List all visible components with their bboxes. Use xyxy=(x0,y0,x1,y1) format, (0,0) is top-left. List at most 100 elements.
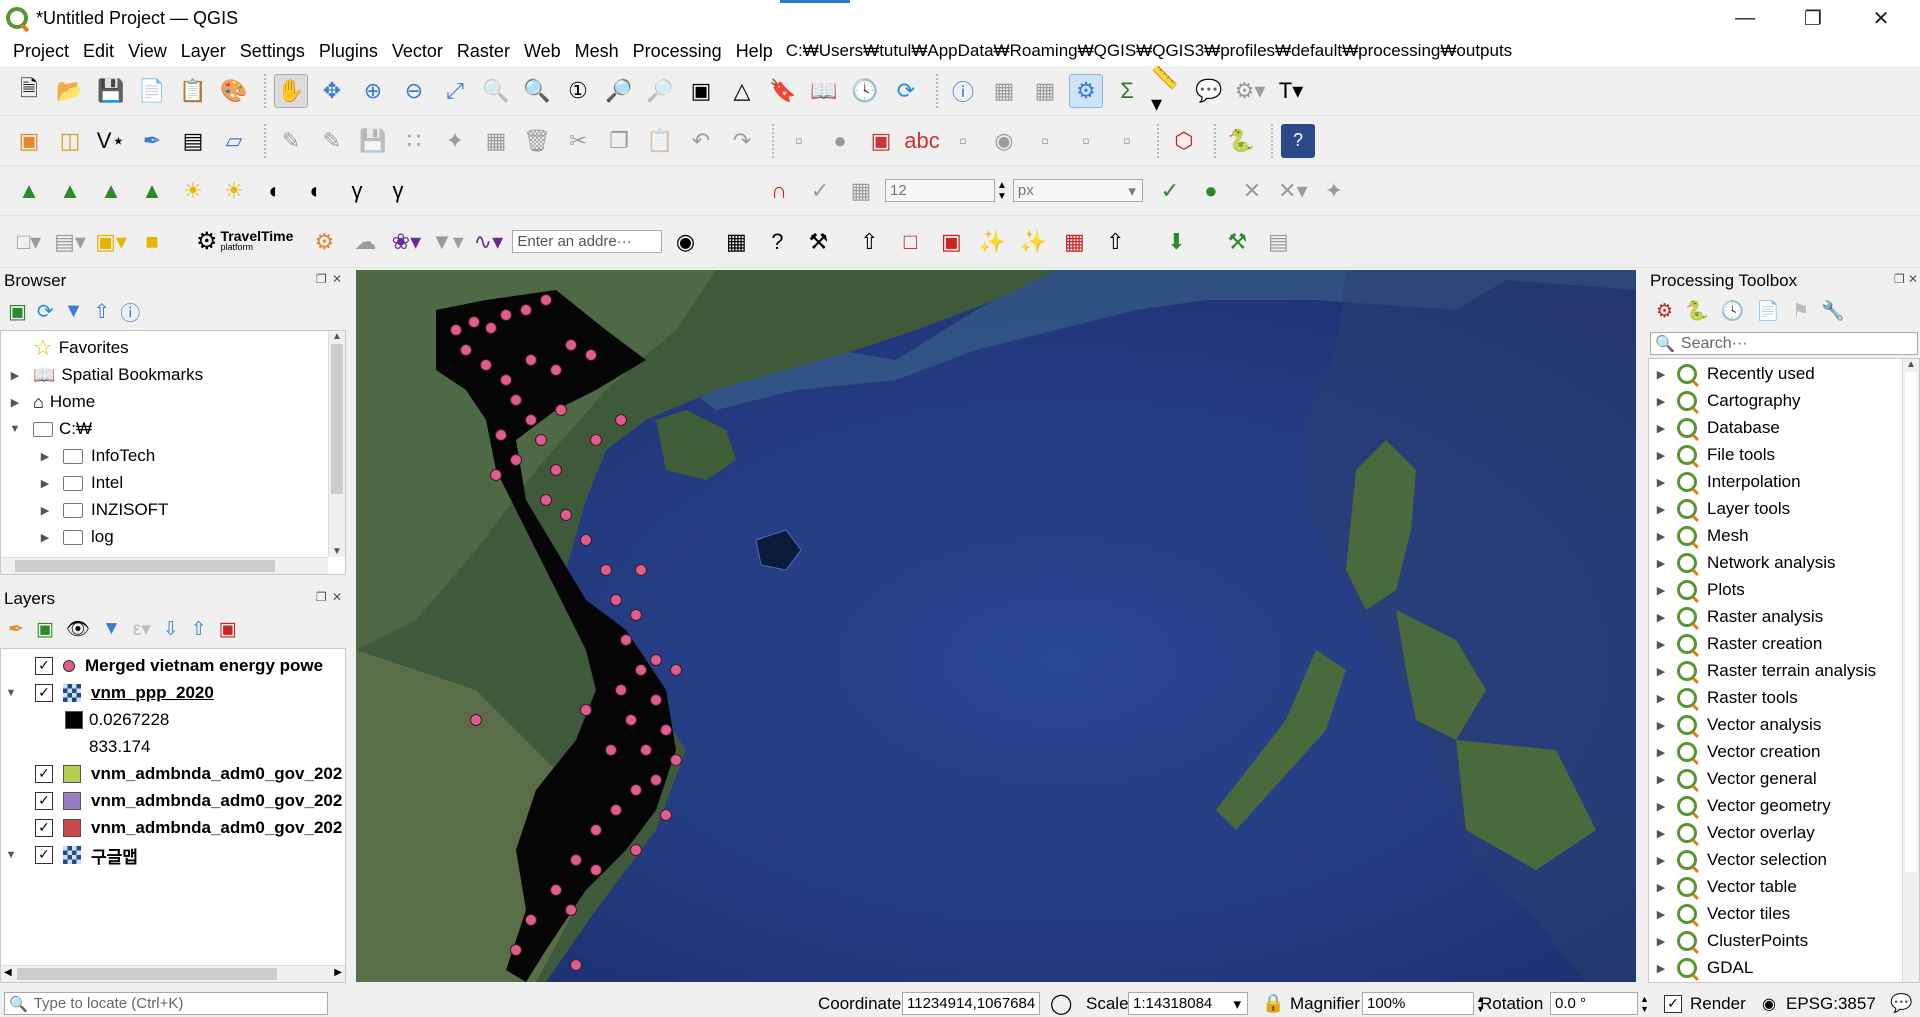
filter-expression-icon[interactable]: ε▾ xyxy=(133,618,151,641)
vertex-tool-icon[interactable]: ✦ xyxy=(438,124,472,158)
advanced-digitizing-icon[interactable]: ✕▾ xyxy=(1276,174,1310,208)
float-panel-icon[interactable]: ❐ xyxy=(316,272,327,286)
chevron-right-icon[interactable]: ▶ xyxy=(39,450,51,463)
chevron-right-icon[interactable]: ▶ xyxy=(9,369,21,382)
add-selected-layers-icon[interactable]: ▣ xyxy=(8,299,27,324)
toolbox-item[interactable]: ▶ Mesh xyxy=(1655,525,1749,547)
layer-visibility-checkbox[interactable]: ✓ xyxy=(35,819,53,837)
show-hide-labels-icon[interactable]: ◉ xyxy=(987,124,1021,158)
coordinate-input[interactable]: 11234914,1067684 xyxy=(902,992,1040,1015)
chevron-right-icon[interactable]: ▶ xyxy=(1655,449,1667,462)
toolbox-item[interactable]: ▶ Layer tools xyxy=(1655,498,1790,520)
python-console-icon[interactable]: 🐍 xyxy=(1224,124,1258,158)
move-label-icon[interactable]: ▫ xyxy=(1028,124,1062,158)
new-project-icon[interactable]: 🗎 xyxy=(12,74,46,108)
models-icon[interactable]: ⚙ xyxy=(1656,300,1673,323)
raster-align-icon[interactable]: ▲ xyxy=(53,174,87,208)
close-panel-icon[interactable]: ✕ xyxy=(1908,272,1918,286)
chevron-right-icon[interactable]: ▶ xyxy=(39,504,51,517)
chevron-right-icon[interactable]: ▶ xyxy=(1655,854,1667,867)
new-temp-layer-icon[interactable]: ▤ xyxy=(176,124,210,158)
toolbox-item[interactable]: ▶ Vector analysis xyxy=(1655,714,1821,736)
cut-features-icon[interactable]: ✂ xyxy=(561,124,595,158)
collapse-all-icon[interactable]: ⇧ xyxy=(93,299,110,324)
chevron-right-icon[interactable]: ▶ xyxy=(39,477,51,490)
new-bookmark-icon[interactable]: 🔖 xyxy=(766,74,800,108)
toolbox-item[interactable]: ▶ File tools xyxy=(1655,444,1775,466)
north-arrow-icon[interactable]: ⇧ xyxy=(852,225,886,259)
toggle-editing-icon[interactable]: ✎ xyxy=(274,124,308,158)
help-icon[interactable]: ? xyxy=(1281,123,1315,158)
manage-visibility-icon[interactable]: 👁 xyxy=(66,617,90,641)
browser-item-bookmarks[interactable]: ▶ 📖 Spatial Bookmarks xyxy=(9,364,203,386)
locator-search-input[interactable]: 🔍 Type to locate (Ctrl+K) xyxy=(4,992,328,1015)
toggle-extents-icon[interactable]: ◯ xyxy=(1050,991,1072,1016)
contrast-up-icon[interactable]: ◐ xyxy=(258,174,292,208)
collapse-all-icon[interactable]: ⇧ xyxy=(191,618,207,641)
toolbox-item[interactable]: ▶ Vector geometry xyxy=(1655,795,1831,817)
toolbox-scrollbar[interactable]: ▲ xyxy=(1902,359,1919,982)
layer-row-adm0-2[interactable]: ✓ vnm_admbnda_adm0_gov_202 xyxy=(5,790,342,812)
chevron-right-icon[interactable]: ▶ xyxy=(1655,800,1667,813)
paste-features-icon[interactable]: 📋 xyxy=(643,124,677,158)
toolbox-item[interactable]: ▶ Raster terrain analysis xyxy=(1655,660,1876,682)
zoom-native-icon[interactable]: ① xyxy=(561,74,595,108)
toolbox-item[interactable]: ▶ Interpolation xyxy=(1655,471,1801,493)
refresh-icon[interactable]: ⟳ xyxy=(889,74,923,108)
chevron-right-icon[interactable]: ▶ xyxy=(1655,395,1667,408)
help-tool-icon[interactable]: ? xyxy=(760,225,794,259)
identify-features-icon[interactable]: ⓘ xyxy=(946,74,980,108)
map-canvas[interactable] xyxy=(356,270,1636,982)
chevron-right-icon[interactable]: ▶ xyxy=(1655,584,1667,597)
snapping-magnet-icon[interactable]: ∩ xyxy=(762,174,796,208)
layout-manager-icon[interactable]: 📋 xyxy=(176,74,210,108)
north-export-icon[interactable]: ⇧ xyxy=(1098,225,1132,259)
chevron-right-icon[interactable]: ▶ xyxy=(1655,827,1667,840)
filter-legend-icon[interactable]: ▼ xyxy=(102,618,121,640)
style-manager-icon[interactable]: 🎨 xyxy=(217,74,251,108)
chevron-right-icon[interactable]: ▶ xyxy=(1655,638,1667,651)
rotation-input[interactable]: 0.0 ° xyxy=(1550,992,1638,1015)
chevron-right-icon[interactable]: ▶ xyxy=(1655,692,1667,705)
copy-features-icon[interactable]: ❐ xyxy=(602,124,636,158)
menu-help[interactable]: Help xyxy=(729,41,780,62)
menu-web[interactable]: Web xyxy=(517,41,568,62)
diagram-icon[interactable]: ● xyxy=(823,124,857,158)
locate-icon[interactable]: ⚙▾ xyxy=(1233,74,1267,108)
layer-visibility-checkbox[interactable]: ✓ xyxy=(35,657,53,675)
filter-browser-icon[interactable]: ▼ xyxy=(64,300,84,323)
snapping-intersection-icon[interactable]: ● xyxy=(1194,174,1228,208)
layer-row-adm0-3[interactable]: ✓ vnm_admbnda_adm0_gov_202 xyxy=(5,817,342,839)
layer-visibility-checkbox[interactable]: ✓ xyxy=(35,765,53,783)
address-search-input[interactable]: Enter an addre··· xyxy=(512,230,663,253)
frame-icon[interactable]: ▣ xyxy=(934,225,968,259)
toolbox-item[interactable]: ▶ Recently used xyxy=(1655,363,1815,385)
highlight-pinned-labels-icon[interactable]: abc xyxy=(904,124,939,158)
close-button[interactable]: ✕ xyxy=(1852,0,1910,36)
shape-digitize-icon[interactable]: ⬡ xyxy=(1167,124,1201,158)
browser-item-log[interactable]: ▶ log xyxy=(39,526,114,548)
snap-unit-select[interactable]: px ▾ xyxy=(1012,179,1143,202)
menu-layer[interactable]: Layer xyxy=(174,41,233,62)
wand-icon[interactable]: ✨ xyxy=(1016,225,1050,259)
messages-icon[interactable]: 💬 xyxy=(1890,993,1912,1014)
menu-view[interactable]: View xyxy=(121,41,174,62)
measure-icon[interactable]: 📏▾ xyxy=(1151,65,1185,116)
close-panel-icon[interactable]: ✕ xyxy=(332,590,342,604)
save-project-icon[interactable]: 💾 xyxy=(94,74,128,108)
undo-icon[interactable]: ↶ xyxy=(684,124,718,158)
rotation-stepper[interactable]: ▲ ▼ xyxy=(1640,994,1649,1014)
browser-item-c-drive[interactable]: ▼ C:₩ xyxy=(9,418,93,440)
restore-button[interactable]: ❐ xyxy=(1784,0,1842,36)
redo-icon[interactable]: ↷ xyxy=(725,124,759,158)
chevron-down-icon[interactable]: ▼ xyxy=(5,687,17,699)
float-panel-icon[interactable]: ❐ xyxy=(1894,272,1905,286)
toolbox-item[interactable]: ▶ Network analysis xyxy=(1655,552,1836,574)
zoom-out-icon[interactable]: ⊖ xyxy=(397,74,431,108)
gamma-up-icon[interactable]: γ xyxy=(340,174,374,208)
chevron-right-icon[interactable]: ▶ xyxy=(1655,746,1667,759)
deselect-all-icon[interactable]: ▣▾ xyxy=(94,225,128,259)
new-shapefile-icon[interactable]: V⋆ xyxy=(94,124,128,158)
layer-visibility-checkbox[interactable]: ✓ xyxy=(35,846,53,864)
disabled-plugin-icon[interactable]: ▤ xyxy=(1261,225,1295,259)
